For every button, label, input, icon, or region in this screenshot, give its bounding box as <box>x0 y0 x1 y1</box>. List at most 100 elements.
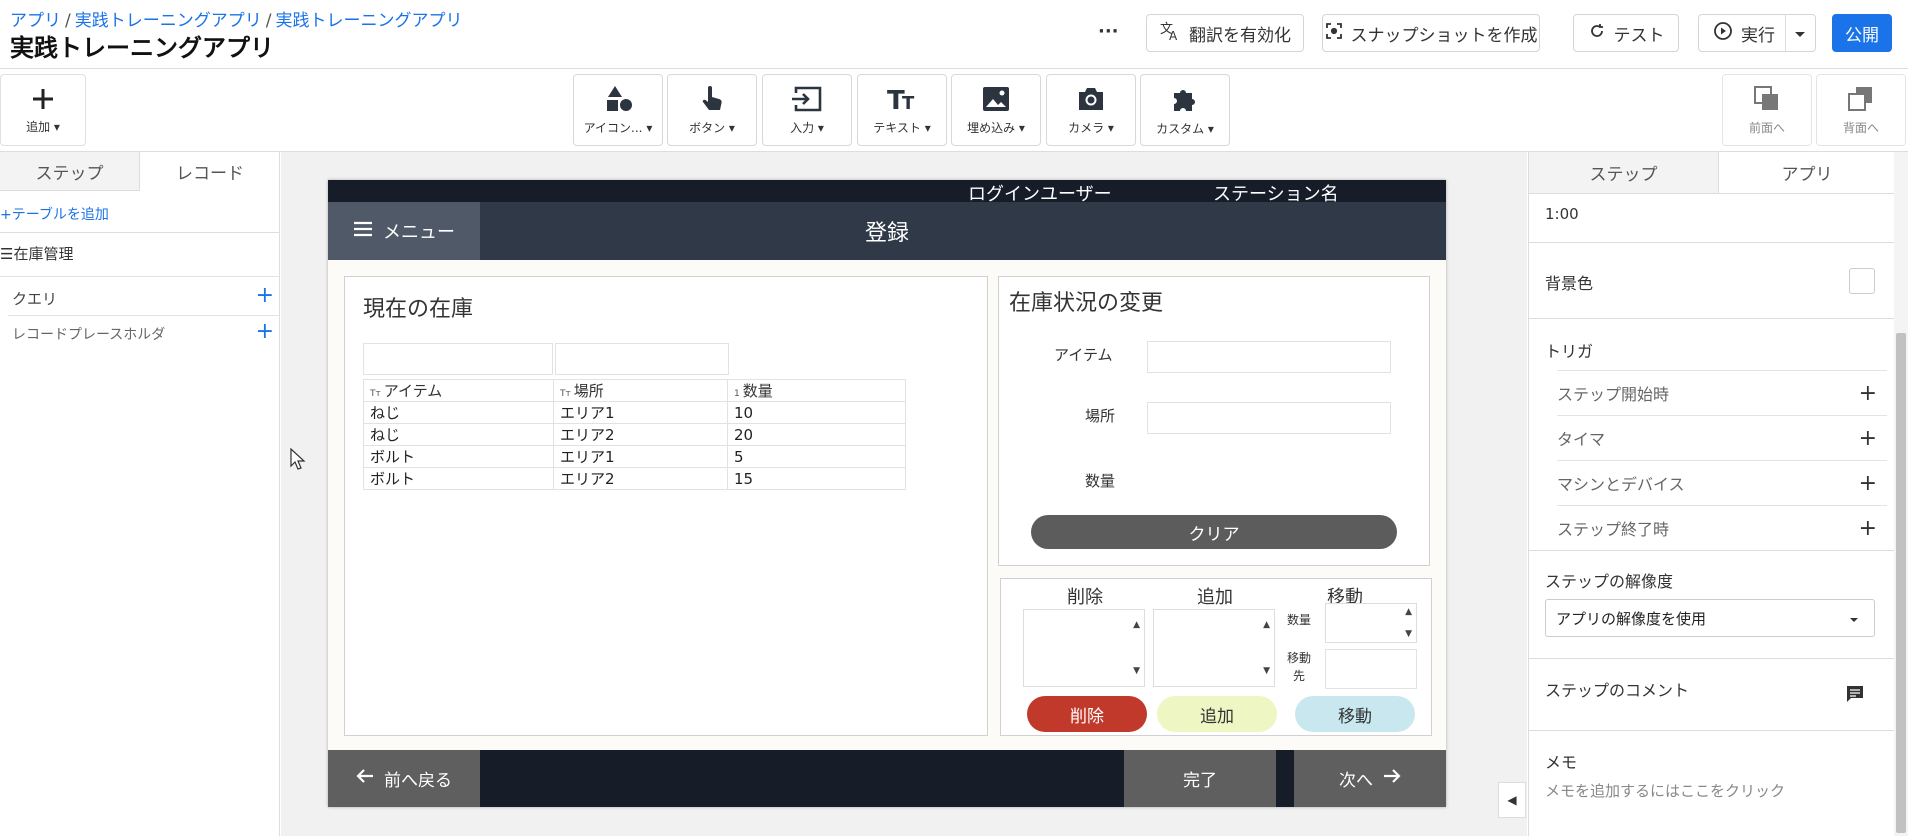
add-trigger-plus-icon[interactable]: + <box>1859 426 1877 451</box>
toolbar-shapes-button[interactable]: アイコン... ▾ <box>573 74 663 146</box>
trigger-timer[interactable]: タイマ + <box>1557 415 1887 460</box>
toolbar-embed-button[interactable]: 埋め込み ▾ <box>951 74 1041 146</box>
trigger-step-end[interactable]: ステップ終了時 + <box>1557 505 1887 550</box>
column-header-label: 場所 <box>573 382 604 400</box>
app-editor: アプリ / 実践トレーニングアプリ / 実践トレーニングアプリ 実践トレーニングアプリ … <box>0 0 1908 836</box>
tab-app[interactable]: アプリ <box>1719 152 1895 194</box>
step-resolution-value: アプリの解像度を使用 <box>1556 609 1707 628</box>
clear-button[interactable]: クリア <box>1031 515 1397 549</box>
done-button[interactable]: 完了 <box>1124 750 1276 807</box>
add-button[interactable]: 追加 <box>1157 696 1277 732</box>
scroll-down-arrow-icon[interactable]: ▼ <box>1263 666 1270 676</box>
trigger-timer-label: タイマ <box>1557 430 1606 449</box>
delete-heading: 削除 <box>1067 587 1103 608</box>
toolbar-input-button[interactable]: 入力 ▾ <box>762 74 852 146</box>
increment-arrow-icon[interactable]: ▲ <box>1405 607 1412 617</box>
toolbar-text-label: テキスト <box>873 120 921 135</box>
scroll-up-arrow-icon[interactable]: ▲ <box>1133 620 1140 630</box>
location-label: 場所 <box>1085 407 1116 425</box>
move-destination-input[interactable] <box>1325 649 1417 689</box>
run-button[interactable]: 実行 <box>1698 14 1816 52</box>
rp-divider <box>1529 550 1895 551</box>
add-placeholder-icon[interactable]: + <box>256 319 274 344</box>
run-dropdown-icon[interactable] <box>1793 26 1807 46</box>
collapse-panel-button[interactable]: ◀ <box>1498 782 1526 818</box>
svg-text:T: T <box>902 93 915 113</box>
text-type-icon: Tт <box>370 389 381 399</box>
tab-steps[interactable]: ステップ <box>0 152 140 190</box>
add-query-icon[interactable]: + <box>256 283 274 308</box>
trigger-step-start[interactable]: ステップ開始時 + <box>1557 370 1887 415</box>
toolbar-button-widget[interactable]: ボタン ▾ <box>667 74 757 146</box>
add-trigger-plus-icon[interactable]: + <box>1859 381 1877 406</box>
table-cell: ボルト <box>363 445 554 468</box>
background-color-swatch[interactable] <box>1849 268 1875 294</box>
add-widget-button[interactable]: 追加 ▾ <box>0 74 86 146</box>
back-button[interactable]: 前へ戻る <box>328 750 480 807</box>
background-color-label: 背景色 <box>1545 274 1594 293</box>
comment-icon[interactable] <box>1845 684 1865 708</box>
right-panel-scroll-thumb[interactable] <box>1896 333 1906 833</box>
more-options-button[interactable]: ··· <box>1098 21 1119 42</box>
column-header[interactable]: Tт 場所 <box>553 379 728 402</box>
tab-step[interactable]: ステップ <box>1529 152 1719 194</box>
table-row[interactable]: ねじ エリア1 10 <box>363 401 906 424</box>
add-trigger-plus-icon[interactable]: + <box>1859 471 1877 496</box>
toolbar-camera-button[interactable]: カメラ ▾ <box>1046 74 1136 146</box>
record-placeholder-row: レコードプレースホルダ + <box>0 319 280 349</box>
column-header[interactable]: Tт アイテム <box>363 379 554 402</box>
mouse-cursor-icon <box>290 447 306 474</box>
publish-button[interactable]: 公開 <box>1832 14 1892 52</box>
memo-input[interactable]: メモを追加するにはここをクリック <box>1545 780 1785 801</box>
move-quantity-stepper[interactable]: ▲ ▼ <box>1325 603 1417 643</box>
tab-records[interactable]: レコード <box>140 152 280 190</box>
step-resolution-select[interactable]: アプリの解像度を使用 <box>1545 599 1875 637</box>
table-row[interactable]: ボルト エリア1 5 <box>363 445 906 468</box>
enable-translation-button[interactable]: 文A 翻訳を有効化 <box>1146 14 1304 52</box>
next-button[interactable]: 次へ <box>1294 750 1446 807</box>
move-destination-label-line2: 先 <box>1293 669 1306 683</box>
item-input[interactable] <box>1147 341 1391 373</box>
location-input[interactable] <box>1147 402 1391 434</box>
breadcrumb-link-version[interactable]: 実践トレーニングアプリ <box>275 11 462 31</box>
table-row[interactable]: ボルト エリア2 15 <box>363 467 906 490</box>
chevron-left-icon: ◀ <box>1507 793 1517 807</box>
back-label: 前へ戻る <box>384 771 452 791</box>
table-filter-field[interactable] <box>363 343 553 375</box>
add-table-link[interactable]: +テーブルを追加 <box>0 204 109 224</box>
column-header[interactable]: 1 数量 <box>727 379 906 402</box>
scroll-down-arrow-icon[interactable]: ▼ <box>1133 666 1140 676</box>
column-header-label: 数量 <box>742 382 773 400</box>
device-screen: ログインユーザー ステーション名 登録 メニュー 現在の在庫 Tт アイテム Tт… <box>328 180 1446 807</box>
trigger-machine-device[interactable]: マシンとデバイス + <box>1557 460 1887 505</box>
delete-button[interactable]: 削除 <box>1027 696 1147 732</box>
add-list[interactable]: ▲ ▼ <box>1153 609 1275 687</box>
move-button[interactable]: 移動 <box>1295 696 1415 732</box>
toolbar-custom-button[interactable]: カスタム ▾ <box>1140 74 1230 146</box>
create-snapshot-button[interactable]: スナップショットを作成 <box>1322 14 1540 52</box>
table-cell: ボルト <box>363 467 554 490</box>
send-to-back-button[interactable]: 背面へ <box>1816 74 1906 146</box>
step-time-value[interactable]: 1:00 <box>1545 205 1579 223</box>
add-trigger-plus-icon[interactable]: + <box>1859 516 1877 541</box>
decrement-arrow-icon[interactable]: ▼ <box>1405 629 1412 639</box>
stock-change-panel: 在庫状況の変更 アイテム 場所 数量 クリア <box>998 276 1430 566</box>
table-filter-field[interactable] <box>555 343 729 375</box>
bring-to-front-button[interactable]: 前面へ <box>1722 74 1812 146</box>
table-icon: ☰ <box>0 245 14 263</box>
next-label: 次へ <box>1339 771 1373 791</box>
move-destination-label: 移動先 <box>1287 649 1311 685</box>
toolbar-text-button[interactable]: TT テキスト ▾ <box>857 74 947 146</box>
delete-list[interactable]: ▲ ▼ <box>1023 609 1145 687</box>
test-button[interactable]: テスト <box>1573 14 1679 52</box>
text-icon: TT <box>886 85 918 113</box>
scroll-up-arrow-icon[interactable]: ▲ <box>1263 620 1270 630</box>
arrow-left-icon <box>356 768 374 789</box>
right-panel: ステップ アプリ 1:00 背景色 トリガ ステップ開始時 + タイマ + マシンと… <box>1528 152 1895 836</box>
chevron-down-icon <box>1848 612 1860 630</box>
menu-button[interactable]: メニュー <box>328 202 480 260</box>
screen-title: 登録 <box>864 221 909 246</box>
table-row[interactable]: ねじ エリア2 20 <box>363 423 906 446</box>
table-cell: エリア2 <box>553 423 728 446</box>
table-item[interactable]: ☰在庫管理 <box>0 243 73 264</box>
